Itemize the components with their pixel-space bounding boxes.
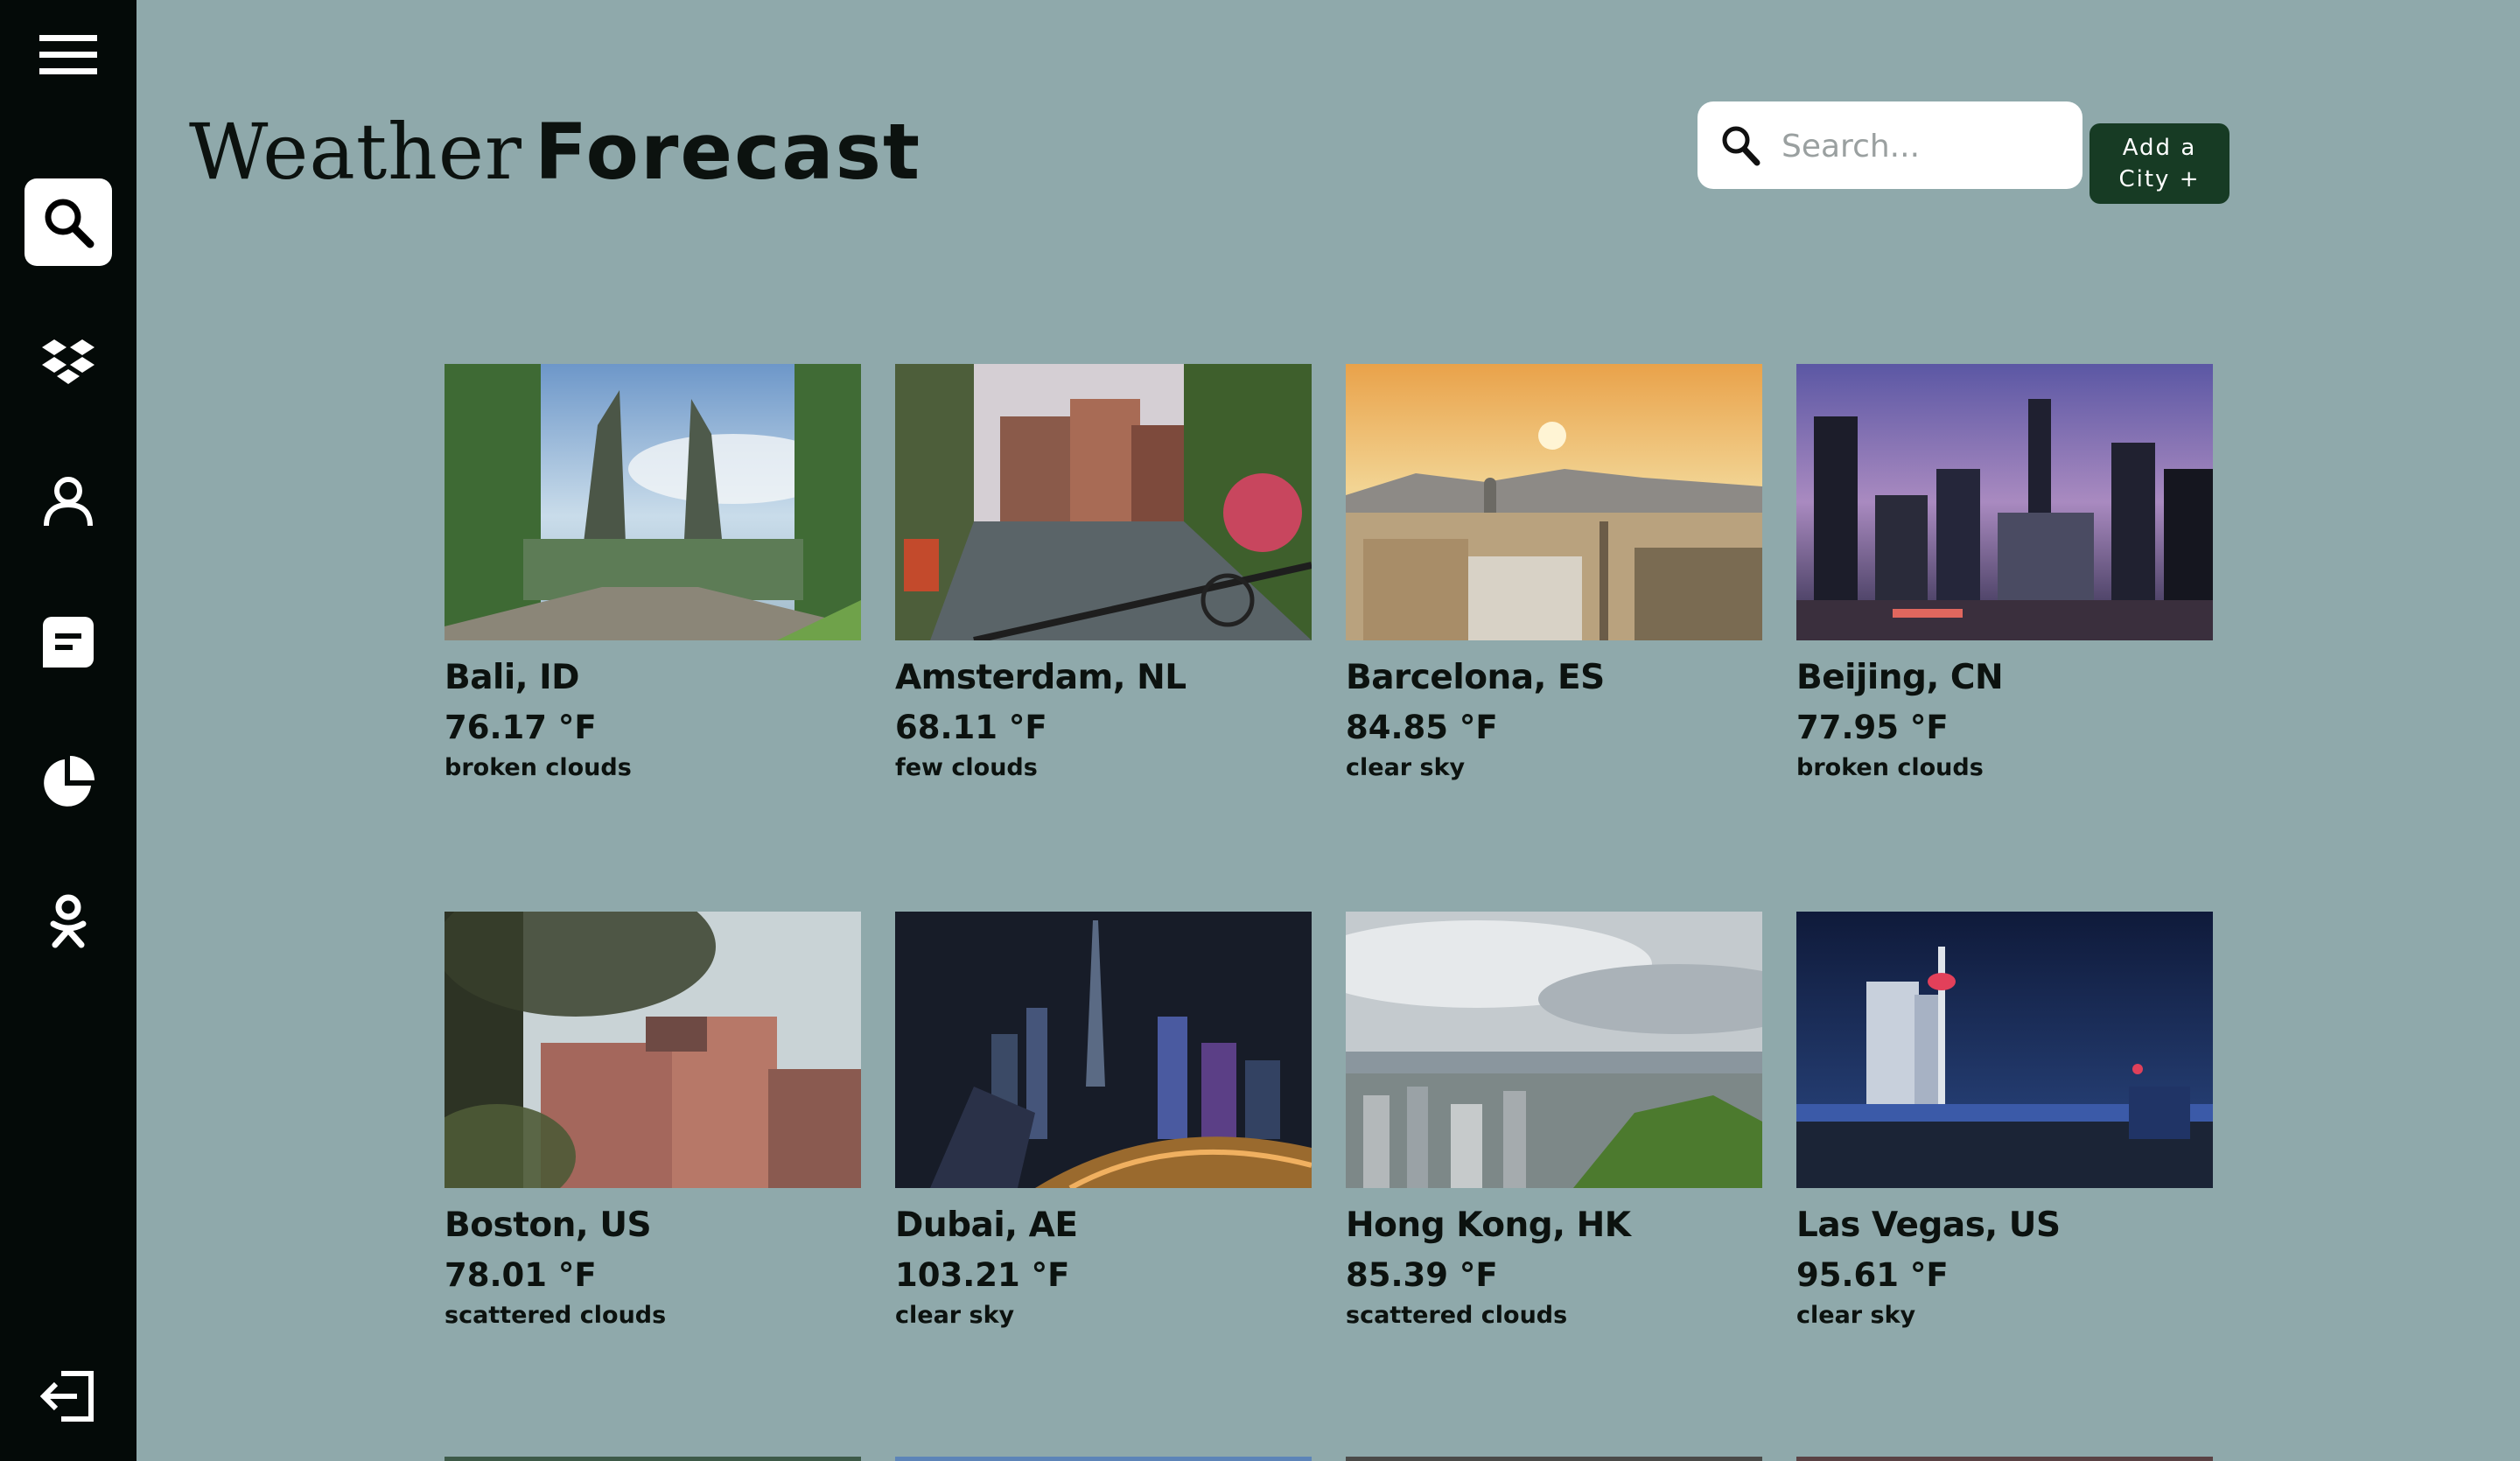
city-card[interactable]: Dubai, AE 103.21 °F clear sky — [895, 912, 1312, 1332]
city-name: Beijing, CN — [1796, 658, 2004, 697]
city-card[interactable]: Boston, US 78.01 °F scattered clouds — [444, 912, 861, 1332]
city-name: Dubai, AE — [895, 1206, 1078, 1245]
city-weather-description: clear sky — [895, 1302, 1015, 1329]
city-card-peek — [895, 1457, 1312, 1461]
city-card[interactable]: Beijing, CN 77.95 °F broken clouds — [1796, 364, 2213, 784]
city-card-peek — [1346, 1457, 1762, 1461]
city-card[interactable]: Barcelona, ES 84.85 °F clear sky — [1346, 364, 1762, 784]
search-icon — [45, 199, 94, 248]
dropbox-icon — [42, 339, 94, 384]
page-title-bold: Forecast — [535, 107, 922, 197]
add-city-button[interactable]: Add a City + — [2090, 123, 2230, 204]
city-weather-description: broken clouds — [444, 754, 632, 781]
city-weather-description: clear sky — [1346, 754, 1466, 781]
odnoklassniki-icon — [50, 894, 87, 948]
sidebar-item-profile[interactable] — [24, 458, 112, 546]
page-title: Weather Forecast — [189, 107, 921, 198]
city-temperature: 84.85 °F — [1346, 709, 1498, 746]
city-temperature: 68.11 °F — [895, 709, 1047, 746]
pie-chart-icon — [44, 756, 94, 807]
city-temperature: 85.39 °F — [1346, 1256, 1498, 1294]
city-name: Amsterdam, NL — [895, 658, 1186, 697]
sidebar — [0, 0, 136, 1461]
chat-icon — [43, 617, 94, 668]
city-temperature: 95.61 °F — [1796, 1256, 1949, 1294]
city-photo-hong-kong — [1346, 912, 1762, 1188]
sidebar-item-chat[interactable] — [24, 598, 112, 686]
sidebar-item-dropbox[interactable] — [24, 318, 112, 406]
city-name: Las Vegas, US — [1796, 1206, 2061, 1245]
city-temperature: 78.01 °F — [444, 1256, 597, 1294]
city-temperature: 77.95 °F — [1796, 709, 1949, 746]
city-photo-barcelona — [1346, 364, 1762, 640]
city-name: Bali, ID — [444, 658, 580, 697]
city-temperature: 76.17 °F — [444, 709, 597, 746]
city-weather-description: scattered clouds — [444, 1302, 667, 1329]
search-input[interactable] — [1780, 122, 2063, 170]
city-photo-bali — [444, 364, 861, 640]
city-card[interactable]: Las Vegas, US 95.61 °F clear sky — [1796, 912, 2213, 1332]
sidebar-item-search[interactable] — [24, 178, 112, 266]
city-weather-description: broken clouds — [1796, 754, 1984, 781]
city-name: Hong Kong, HK — [1346, 1206, 1631, 1245]
city-photo-las-vegas — [1796, 912, 2213, 1188]
city-weather-description: scattered clouds — [1346, 1302, 1568, 1329]
city-weather-description: few clouds — [895, 754, 1038, 781]
city-name: Boston, US — [444, 1206, 652, 1245]
city-temperature: 103.21 °F — [895, 1256, 1070, 1294]
city-photo-amsterdam — [895, 364, 1312, 640]
city-card[interactable]: Bali, ID 76.17 °F broken clouds — [444, 364, 861, 784]
logout-icon — [40, 1371, 94, 1422]
city-card-peek — [1796, 1457, 2213, 1461]
search-icon[interactable] — [1720, 124, 1760, 166]
city-card[interactable]: Hong Kong, HK 85.39 °F scattered clouds — [1346, 912, 1762, 1332]
user-icon — [44, 477, 93, 527]
city-photo-boston — [444, 912, 861, 1188]
page-title-light: Weather — [189, 107, 522, 197]
city-name: Barcelona, ES — [1346, 658, 1605, 697]
city-card-peek — [444, 1457, 861, 1461]
city-photo-beijing — [1796, 364, 2213, 640]
hamburger-menu-icon[interactable] — [24, 10, 112, 98]
search-box — [1698, 101, 2082, 189]
sidebar-item-analytics[interactable] — [24, 738, 112, 826]
city-photo-dubai — [895, 912, 1312, 1188]
sidebar-item-social[interactable] — [24, 878, 112, 966]
logout-button[interactable] — [24, 1353, 112, 1440]
city-card[interactable]: Amsterdam, NL 68.11 °F few clouds — [895, 364, 1312, 784]
city-weather-description: clear sky — [1796, 1302, 1916, 1329]
